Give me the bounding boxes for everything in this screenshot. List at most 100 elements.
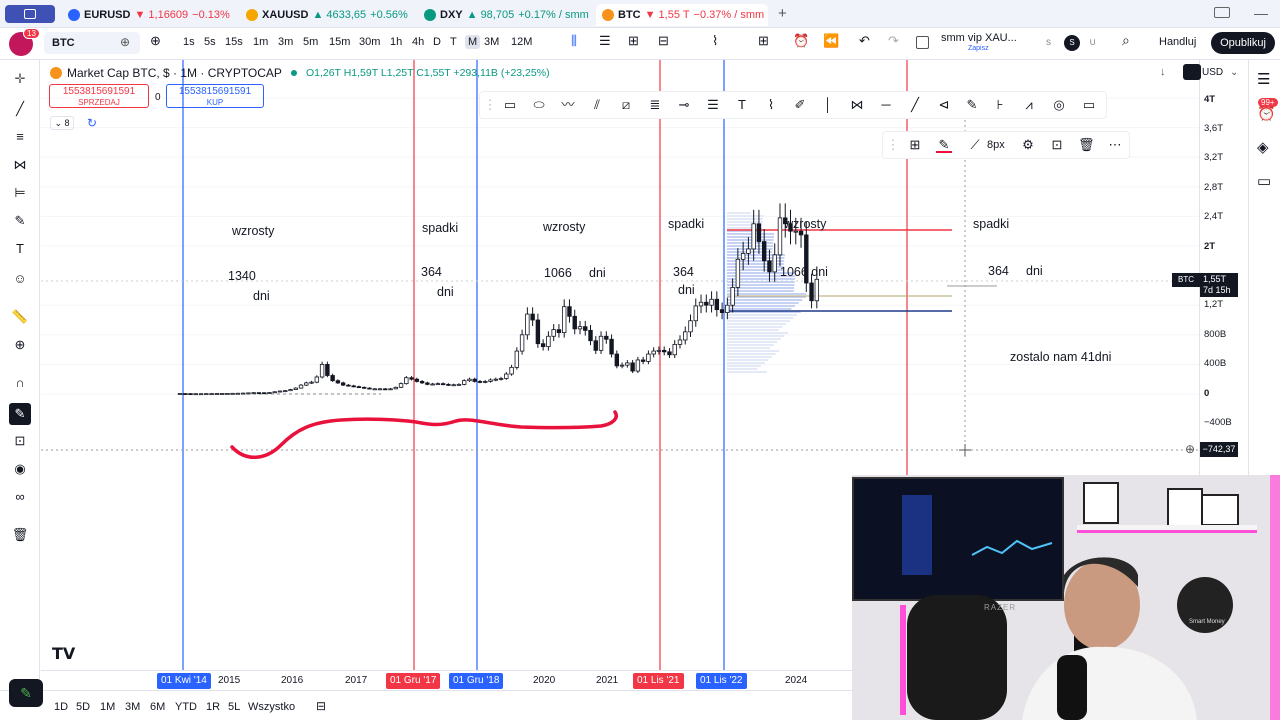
polyline-icon[interactable]: 〰 (560, 97, 576, 113)
trend-line-icon[interactable]: ╱ (907, 97, 923, 113)
annotation-remaining-days[interactable]: zostalo nam 41dni (1010, 350, 1111, 364)
annotation-days[interactable]: dni (253, 289, 270, 303)
settings-icon[interactable]: ⚙ (1020, 137, 1036, 153)
fan-icon[interactable]: ⊲ (936, 97, 952, 113)
fib-levels-icon[interactable]: ☰ (705, 97, 721, 113)
browser-tab-dxy[interactable]: DXY ▲ 98,705 +0.17% / smm (418, 4, 592, 26)
more-icon[interactable]: ⋯ (1107, 137, 1123, 153)
target-icon[interactable]: ◎ (1051, 97, 1067, 113)
horizontal-ray-icon[interactable]: ⊸ (676, 97, 692, 113)
candles-icon[interactable]: ⫼ (571, 33, 577, 49)
drag-handle-icon[interactable]: ⋮ (885, 137, 901, 153)
timeframe-1s[interactable]: 1s (183, 36, 195, 48)
timeframe-4h[interactable]: 4h (412, 36, 424, 48)
drawing-mode-icon[interactable]: ✎ (9, 403, 31, 425)
annotation-down[interactable]: spadki (422, 221, 458, 235)
drag-handle-icon[interactable]: ⋮ (482, 97, 498, 113)
timeframe-1m[interactable]: 1m (253, 36, 268, 48)
annotation-days-count[interactable]: 1066 (544, 266, 572, 280)
timeframe-1h[interactable]: 1h (390, 36, 402, 48)
annotation-up[interactable]: wzrosty (543, 220, 585, 234)
timeframe-5s[interactable]: 5s (204, 36, 216, 48)
user-menu-icon[interactable]: ∪ (1089, 37, 1096, 48)
browser-tab-eurusd[interactable]: EURUSD ▼ 1,16609 −0.13% ✕ (62, 4, 234, 26)
window-icon[interactable] (1214, 7, 1230, 18)
alert-icon[interactable]: ⏰ (793, 33, 809, 49)
pattern-icon[interactable]: ⋈ (10, 156, 30, 174)
scroll-down-icon[interactable]: ↓ (1160, 66, 1166, 78)
range-1m[interactable]: 1M (100, 701, 115, 713)
timeframe-m[interactable]: M (465, 35, 481, 49)
zoom-in-icon[interactable]: ⊕ (10, 336, 30, 354)
range-6m[interactable]: 6M (150, 701, 165, 713)
annotation-days[interactable]: dni (678, 283, 695, 297)
annotation-days[interactable]: dni (1026, 264, 1043, 278)
annotation-days-count[interactable]: 364 (988, 264, 1009, 278)
currency-label[interactable]: USD (1202, 67, 1223, 78)
symbol-search[interactable]: BTC ⊕ (44, 32, 140, 54)
browser-tab-xauusd[interactable]: XAUUSD ▲ 4633,65 +0.56% ✕ (240, 4, 414, 26)
regression-icon[interactable]: ⧄ (618, 97, 634, 113)
range-5l[interactable]: 5L (228, 701, 240, 713)
trash-icon[interactable]: 🗑 (1078, 137, 1095, 153)
timeframe-t[interactable]: T (450, 36, 457, 48)
tradingview-logo-icon[interactable]: TV (52, 644, 75, 663)
layout-icon[interactable] (916, 36, 929, 49)
publish-button[interactable]: Opublikuj (1211, 32, 1275, 54)
pattern-icon[interactable]: ⋈ (849, 97, 865, 113)
buy-button[interactable]: 1553815691591 KUP (166, 84, 264, 108)
watchlist-icon[interactable]: ☰ (1257, 70, 1270, 88)
indicators-icon[interactable]: ⊟ (658, 33, 669, 49)
annotation-days-count[interactable]: 1066 dni (780, 265, 828, 279)
layout-name[interactable]: smm vip XAU... (941, 32, 1017, 44)
magnet-icon[interactable]: ∩ (10, 374, 30, 392)
date-range-icon[interactable]: ⊟ (316, 699, 326, 713)
timeframe-5m[interactable]: 5m (303, 36, 318, 48)
annotation-days[interactable]: dni (589, 266, 606, 280)
line-width-icon[interactable]: ⟋ (967, 137, 983, 153)
lock-drawings-icon[interactable]: ⊡ (10, 432, 30, 450)
emoji-icon[interactable]: ☺ (10, 270, 30, 288)
pen-icon[interactable]: ✎ (964, 97, 980, 113)
trash-icon[interactable]: 🗑 (10, 526, 30, 544)
ellipse-icon[interactable]: ⬭ (531, 97, 547, 113)
sell-button[interactable]: 1553815691591 SPRZEDAJ (49, 84, 149, 108)
range-wszystko[interactable]: Wszystko (248, 701, 295, 713)
annotation-down[interactable]: spadki (668, 217, 704, 231)
horizontal-line-icon[interactable]: ─ (878, 97, 894, 113)
strategy-icon[interactable]: ⌇ (712, 33, 718, 49)
comment-icon[interactable]: ▭ (1081, 97, 1097, 113)
search-icon[interactable]: ⌕ (1122, 32, 1130, 49)
drawing-active-icon[interactable]: ✎ (9, 679, 43, 707)
position-icon[interactable]: ⊨ (10, 184, 30, 202)
auto-scale-icon[interactable] (1183, 64, 1201, 80)
profile-icon[interactable]: S (1064, 35, 1080, 51)
new-tab-icon[interactable]: + (778, 5, 787, 22)
trade-button[interactable]: Handluj (1159, 36, 1196, 48)
timeframe-15m[interactable]: 15m (329, 36, 350, 48)
rectangle-icon[interactable]: ▭ (502, 97, 518, 113)
annotation-up[interactable]: wzrosty (784, 217, 826, 231)
chat-icon[interactable]: ▭ (1257, 172, 1271, 190)
timeframe-30m[interactable]: 30m (359, 36, 380, 48)
annotation-days-count[interactable]: 364 (673, 265, 694, 279)
timeframe-3m[interactable]: 3m (278, 36, 293, 48)
annotation-days[interactable]: dni (437, 285, 454, 299)
eye-icon[interactable]: ◉ (10, 460, 30, 478)
chart-legend[interactable]: Market Cap BTC, $ · 1M · CRYPTOCAP O1,26… (50, 66, 550, 80)
layout-grid-icon[interactable]: ⊞ (758, 33, 769, 49)
browser-tab-btc[interactable]: BTC ▼ 1,55 T −0.37% / smm ✕ (596, 4, 768, 26)
vertical-line-icon[interactable]: │ (820, 97, 836, 113)
range-5d[interactable]: 5D (76, 701, 90, 713)
text-tool-icon[interactable]: T (10, 240, 30, 258)
brush-icon[interactable]: ✐ (792, 97, 808, 113)
compare-chart-icon[interactable]: ⊞ (628, 33, 639, 49)
minimize-icon[interactable]: — (1254, 5, 1268, 21)
text-icon[interactable]: T (734, 97, 750, 113)
timeframe-3m[interactable]: 3M (484, 36, 499, 48)
trend-line-icon[interactable]: ╱ (10, 100, 30, 118)
replay-icon[interactable]: ⏪ (823, 33, 839, 49)
range-3m[interactable]: 3M (125, 701, 140, 713)
avatar[interactable]: 13 (9, 28, 40, 56)
layers-icon[interactable]: ◈ (1257, 138, 1269, 156)
